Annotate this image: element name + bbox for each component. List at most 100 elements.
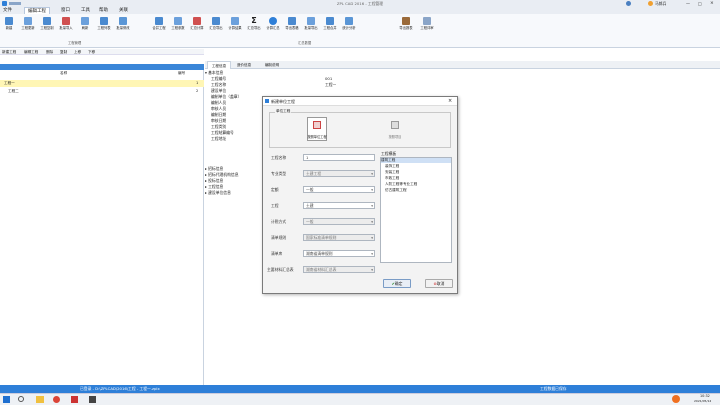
- ribbon-merge-button[interactable]: 合并工程: [150, 15, 168, 39]
- chrome-icon[interactable]: [53, 396, 60, 403]
- result-icon: [231, 17, 239, 25]
- close-button[interactable]: ×: [710, 0, 714, 7]
- list-item[interactable]: 仿古建筑工程: [385, 188, 407, 193]
- ribbon-params-button[interactable]: 工程参数: [169, 15, 187, 39]
- unit-project-icon: [313, 121, 321, 129]
- menu-file[interactable]: 文件: [0, 7, 15, 14]
- field-label-tax: 计税方式: [271, 219, 287, 224]
- menu-edit-project[interactable]: 编辑工程: [24, 7, 50, 14]
- list-item[interactable]: 装饰工程: [385, 164, 399, 169]
- table-row-1-num: 1: [196, 81, 199, 85]
- ribbon-export-button[interactable]: 汇总导出: [207, 15, 225, 39]
- dialog-close-button[interactable]: ×: [448, 97, 452, 106]
- folder-icon[interactable]: [36, 396, 44, 403]
- dialog-type-group: [269, 112, 451, 148]
- table-row-selected[interactable]: [0, 80, 204, 87]
- help-icon[interactable]: [626, 1, 631, 6]
- dialog-icon: [265, 99, 269, 103]
- ribbon-refresh-button[interactable]: 刷新: [76, 15, 94, 39]
- left-toolbar-delete[interactable]: 删除: [46, 49, 53, 55]
- table-row-2-name[interactable]: 工程二: [8, 89, 19, 94]
- tab-notes[interactable]: 编制说明: [258, 61, 286, 69]
- menu-tools[interactable]: 工具: [78, 7, 93, 14]
- specialty-select[interactable]: 土建工程 ▾: [303, 170, 375, 177]
- app-icon-vector[interactable]: [89, 396, 96, 403]
- option-by-item-label: 按照项目: [388, 135, 402, 139]
- chevron-down-icon: ▾: [371, 252, 373, 256]
- title-bar: ZPL CAD 2016 - 工程管理 马郎兵 — □ ×: [0, 0, 720, 7]
- tray-ime-icon[interactable]: [672, 395, 680, 403]
- update-icon: [24, 17, 32, 25]
- menu-help[interactable]: 帮助: [96, 7, 111, 14]
- table-icon: [288, 17, 296, 25]
- tab-project-info[interactable]: 工程信息: [207, 61, 231, 69]
- cancel-button[interactable]: ⊗取消: [425, 279, 453, 288]
- menu-related[interactable]: 关联: [116, 7, 131, 14]
- left-toolbar-new[interactable]: 新建工程: [2, 49, 16, 55]
- project-name-input[interactable]: 1: [303, 154, 375, 161]
- minimize-button[interactable]: —: [686, 0, 690, 7]
- search-icon[interactable]: [18, 396, 24, 402]
- ribbon-table-button[interactable]: 导出表格: [283, 15, 301, 39]
- ribbon-proj-merge-button[interactable]: 工程合并: [321, 15, 339, 39]
- ribbon-new-button[interactable]: 新建: [0, 15, 18, 39]
- ribbon-batch-edit-button[interactable]: 批量修改: [114, 15, 132, 39]
- start-icon[interactable]: [3, 396, 10, 403]
- bill-rule-select[interactable]: 国家标准清单规则 ▾: [303, 234, 375, 241]
- taskbar: 10:32 2021/05/14: [0, 393, 720, 405]
- app-icon-red[interactable]: [71, 396, 78, 403]
- ok-button[interactable]: ✔确定: [383, 279, 411, 288]
- table-row-1-name[interactable]: 工程一: [4, 81, 15, 86]
- list-item[interactable]: 人防工程等专业工程: [385, 182, 417, 187]
- tree-row[interactable]: ▸ 建设单位信息: [205, 190, 231, 196]
- clock-date[interactable]: 2021/05/14: [694, 399, 711, 404]
- ribbon-import-button[interactable]: 批量导入: [57, 15, 75, 39]
- option-by-unit-label: 按照单位工程: [307, 135, 327, 139]
- ribbon-update-button[interactable]: 工程更新: [19, 15, 37, 39]
- ribbon-group-label-2: 汇总数据: [298, 41, 312, 45]
- chevron-down-icon: ▾: [371, 236, 373, 240]
- left-toolbar-up[interactable]: 上移: [74, 49, 81, 55]
- material-select[interactable]: 湖南省材料汇总表 ▾: [303, 266, 375, 273]
- list-icon: [100, 17, 108, 25]
- item-project-icon: [391, 121, 399, 129]
- user-avatar[interactable]: [648, 1, 653, 6]
- ribbon-stats-button[interactable]: 统计分析: [340, 15, 358, 39]
- ribbon-calc-sum-button[interactable]: 计算汇总: [264, 15, 282, 39]
- chevron-down-icon: ▾: [371, 220, 373, 224]
- left-toolbar-down[interactable]: 下移: [88, 49, 95, 55]
- ribbon-sum-button[interactable]: Σ 汇总导出: [245, 15, 263, 39]
- project-select[interactable]: 土建 ▾: [303, 202, 375, 209]
- chevron-down-icon: ▾: [371, 172, 373, 176]
- tree-row[interactable]: 工程地址: [211, 136, 226, 142]
- status-right: 工程数据已保存: [540, 386, 567, 391]
- tab-cost-info[interactable]: 造价信息: [232, 61, 256, 69]
- edit-icon: [119, 17, 127, 25]
- review-icon: [423, 17, 431, 25]
- quick-access-icons[interactable]: [9, 2, 21, 5]
- ribbon-batch-export-button[interactable]: 批量导出: [302, 15, 320, 39]
- ribbon-review-button[interactable]: 工程评审: [418, 15, 436, 39]
- bill-lib-select[interactable]: 湖南省清单规则 ▾: [303, 250, 375, 257]
- list-item[interactable]: 建筑工程: [381, 158, 451, 163]
- cloud-icon: [269, 17, 277, 25]
- list-item[interactable]: 市政工程: [385, 176, 399, 181]
- ribbon-copy-button[interactable]: 工程复制: [38, 15, 56, 39]
- tree-value-name[interactable]: 工程一: [325, 82, 336, 88]
- maximize-button[interactable]: □: [698, 0, 702, 7]
- list-item[interactable]: 安装工程: [385, 170, 399, 175]
- ribbon-result-button[interactable]: 计算结果: [226, 15, 244, 39]
- chevron-down-icon: ▾: [371, 268, 373, 272]
- app-icon: [2, 1, 7, 6]
- tree-value-number[interactable]: 001: [325, 76, 332, 81]
- col-name-header: 名称: [60, 71, 68, 75]
- tax-select[interactable]: 一般 ▾: [303, 218, 375, 225]
- left-toolbar-edit[interactable]: 编辑工程: [24, 49, 38, 55]
- ribbon-report-button[interactable]: 导出报表: [397, 15, 415, 39]
- ribbon-calc-button[interactable]: 汇总计算: [188, 15, 206, 39]
- user-name[interactable]: 马郎兵: [655, 0, 666, 7]
- quota-select[interactable]: 一般 ▾: [303, 186, 375, 193]
- ribbon-list-button[interactable]: 工程列表: [95, 15, 113, 39]
- left-toolbar-copy[interactable]: 复制: [60, 49, 67, 55]
- menu-window[interactable]: 窗口: [58, 7, 73, 14]
